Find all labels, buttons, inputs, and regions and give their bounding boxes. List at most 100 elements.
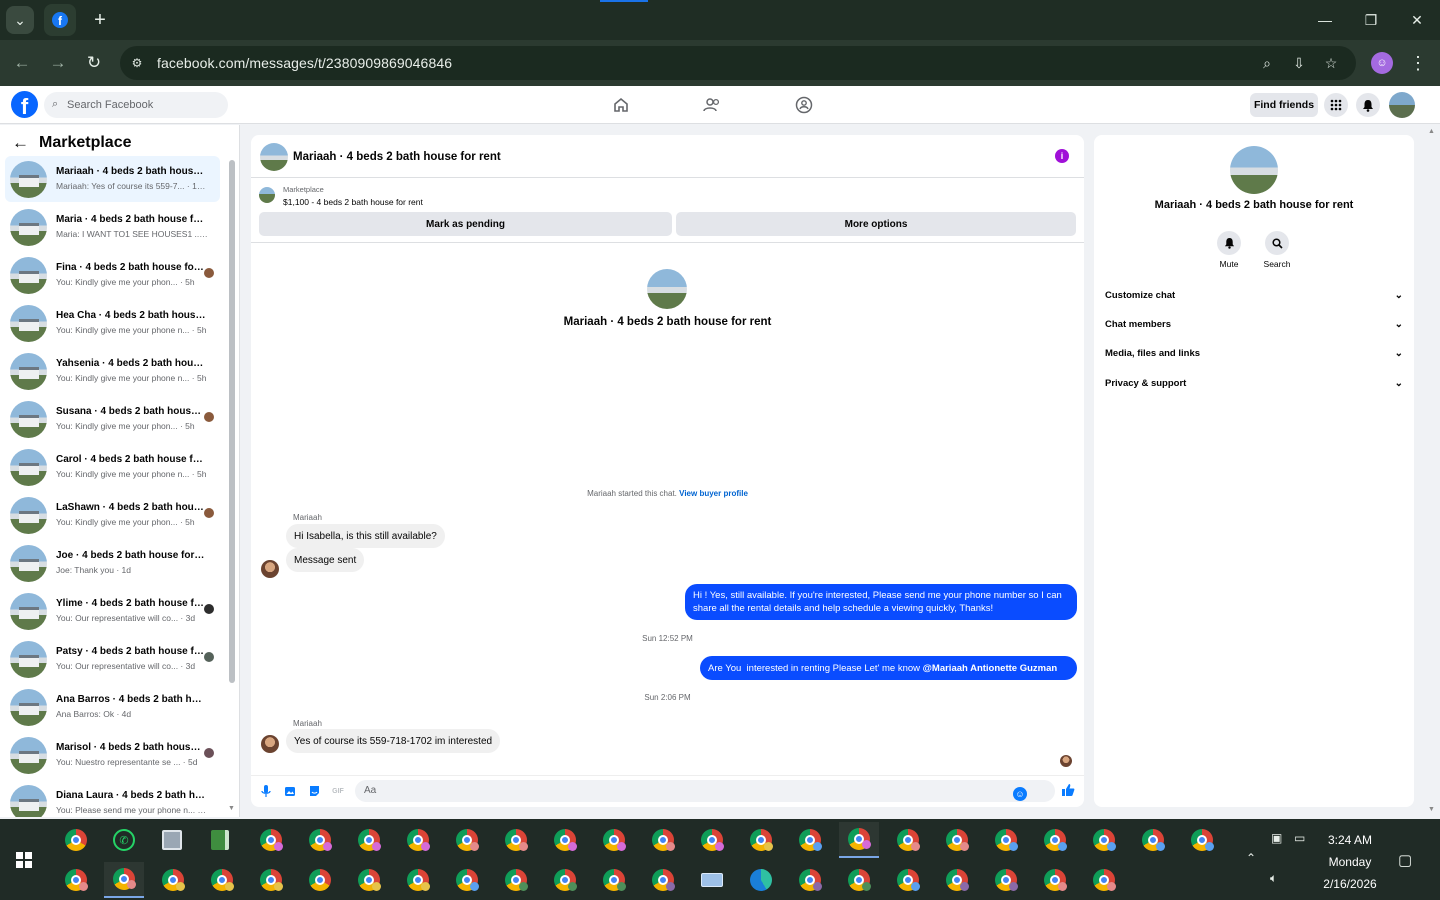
taskbar-app-chrome[interactable] [790,862,830,898]
notifications-bell-icon[interactable] [1356,93,1380,117]
taskbar-app-chrome[interactable] [349,822,389,858]
sender-avatar[interactable] [261,735,279,753]
find-friends-button[interactable]: Find friends [1250,93,1318,117]
zoom-icon[interactable]: ⌕ [1258,54,1276,72]
taskbar-app-chrome[interactable] [643,862,683,898]
taskbar-app-chrome[interactable] [790,822,830,858]
more-options-button[interactable]: More options [676,212,1076,236]
volume-icon[interactable]: 🔈︎ [1270,871,1277,886]
notification-center-icon[interactable]: ▢ [1398,851,1412,869]
scroll-down-arrow-icon[interactable]: ▼ [228,805,235,812]
account-avatar[interactable] [1389,92,1415,118]
taskbar-app-chrome[interactable] [398,862,438,898]
taskbar-app-chrome[interactable] [56,822,96,858]
conversation-item[interactable]: Ana Barros · 4 beds 2 bath house for ren… [5,684,220,730]
conversation-item[interactable]: Fina · 4 beds 2 bath house for rent You:… [5,252,220,298]
chat-members-section[interactable]: Chat members ⌄ [1105,313,1403,335]
details-listing-thumbnail[interactable] [1230,146,1278,194]
browser-menu-icon[interactable]: ⋮ [1408,51,1428,75]
site-info-icon[interactable]: ⚙ [128,54,146,72]
restore-icon[interactable]: ❐ [1359,8,1383,32]
emoji-icon[interactable]: ☺ [1013,787,1027,801]
taskbar-app-chrome[interactable] [496,862,536,898]
conversation-list-scrollbar[interactable] [229,160,235,683]
mention-tag[interactable]: @Mariaah Antionette Guzman [923,662,1058,675]
search-facebook-input[interactable]: ⌕ Search Facebook [44,92,228,118]
conversation-item[interactable]: Ylime · 4 beds 2 bath house for rent You… [5,588,220,634]
taskbar-app-edge[interactable] [741,862,781,898]
mark-as-pending-button[interactable]: Mark as pending [259,212,672,236]
taskbar-app-chrome[interactable] [398,822,438,858]
microphone-icon[interactable] [259,784,273,798]
taskbar-app-chrome[interactable] [545,862,585,898]
page-scroll-down-icon[interactable]: ▼ [1428,806,1435,813]
media-files-links-section[interactable]: Media, files and links ⌄ [1105,342,1403,364]
taskbar-app-sheets[interactable] [200,822,240,858]
incoming-message[interactable]: Hi Isabella, is this still available? [286,524,445,548]
incoming-message[interactable]: Message sent [286,548,365,572]
taskbar-app-chrome[interactable] [692,822,732,858]
taskbar-app-chrome[interactable] [741,822,781,858]
browser-tab-facebook[interactable]: f [44,4,76,36]
taskbar-app-chrome[interactable] [888,862,928,898]
conversation-item[interactable]: LaShawn · 4 beds 2 bath house for rent Y… [5,492,220,538]
taskbar-app-chrome[interactable] [1084,862,1124,898]
windows-start-icon[interactable] [16,852,32,868]
view-buyer-profile-link[interactable]: View buyer profile [679,489,748,498]
conversation-item[interactable]: Marisol · 4 beds 2 bath house for rent Y… [5,732,220,778]
address-bar[interactable]: ⚙ facebook.com/messages/t/23809098690468… [120,46,1356,80]
taskbar-app-chrome[interactable] [251,822,291,858]
taskbar-app-chrome[interactable] [1133,822,1173,858]
conversation-item[interactable]: Yahsenia · 4 beds 2 bath house for rent … [5,348,220,394]
conversation-item[interactable]: Maria · 4 beds 2 bath house for rent Mar… [5,204,220,250]
outgoing-message[interactable]: Are You interested in renting Please Let… [700,656,1077,680]
taskbar-app-chrome[interactable] [104,862,144,898]
close-icon[interactable]: ✕ [1405,8,1429,32]
page-scroll-up-icon[interactable]: ▲ [1428,128,1435,135]
install-app-icon[interactable]: ⇩ [1290,54,1308,72]
mute-button[interactable]: Mute [1209,231,1249,269]
photo-icon[interactable] [283,784,297,798]
conversation-item[interactable]: Mariaah · 4 beds 2 bath house for rent M… [5,156,220,202]
taskbar-app-chrome[interactable] [839,862,879,898]
friends-icon[interactable] [702,95,722,115]
taskbar-app-chrome[interactable] [1035,862,1075,898]
conversation-item[interactable]: Hea Cha · 4 beds 2 bath house for rent Y… [5,300,220,346]
taskbar-app-chrome[interactable] [594,862,634,898]
browser-profile-avatar[interactable]: ☺ [1371,52,1393,74]
taskbar-app-chrome[interactable] [888,822,928,858]
taskbar-app-contacts[interactable] [152,822,192,858]
taskbar-app-chrome[interactable] [153,862,193,898]
outgoing-message[interactable]: Hi ! Yes, still available. If you're int… [685,584,1077,620]
message-input[interactable]: Aa ☺ [355,780,1055,802]
taskbar-app-chrome[interactable] [1035,822,1075,858]
bookmark-star-icon[interactable]: ☆ [1322,54,1340,72]
taskbar-app-chrome[interactable] [251,862,291,898]
new-tab-icon[interactable]: + [88,8,112,32]
network-icon[interactable]: ▭ [1294,831,1305,845]
taskbar-app-chrome[interactable] [496,822,536,858]
taskbar-app-chrome[interactable] [594,822,634,858]
clock[interactable]: 3:24 AM Monday 2/16/2026 [1310,829,1390,895]
taskbar-app-whatsapp[interactable]: ✆ [104,822,144,858]
taskbar-app-chrome-active[interactable] [839,822,879,858]
taskbar-app-chrome[interactable] [56,862,96,898]
listing-price-title[interactable]: $1,100 - 4 beds 2 bath house for rent [283,197,423,207]
conversation-item[interactable]: Susana · 4 beds 2 bath house for rent Yo… [5,396,220,442]
forward-icon[interactable]: → [46,51,70,75]
chat-listing-thumbnail[interactable] [260,143,288,171]
sticker-icon[interactable] [307,784,321,798]
taskbar-app-chrome[interactable] [643,822,683,858]
gif-icon[interactable]: GIF [331,784,345,798]
show-hidden-icons-chevron-icon[interactable]: ⌃ [1246,851,1256,865]
camera-icon[interactable]: ▣ [1271,831,1282,845]
minimize-icon[interactable]: — [1313,8,1337,32]
taskbar-app-chrome[interactable] [447,862,487,898]
taskbar-app-keyboard[interactable] [692,862,732,898]
search-in-chat-button[interactable]: Search [1257,231,1297,269]
back-icon[interactable]: ← [10,51,34,75]
conversation-item[interactable]: Carol · 4 beds 2 bath house for rent You… [5,444,220,490]
taskbar-app-chrome[interactable] [1182,822,1222,858]
taskbar-app-chrome[interactable] [937,822,977,858]
taskbar-app-chrome[interactable] [986,862,1026,898]
